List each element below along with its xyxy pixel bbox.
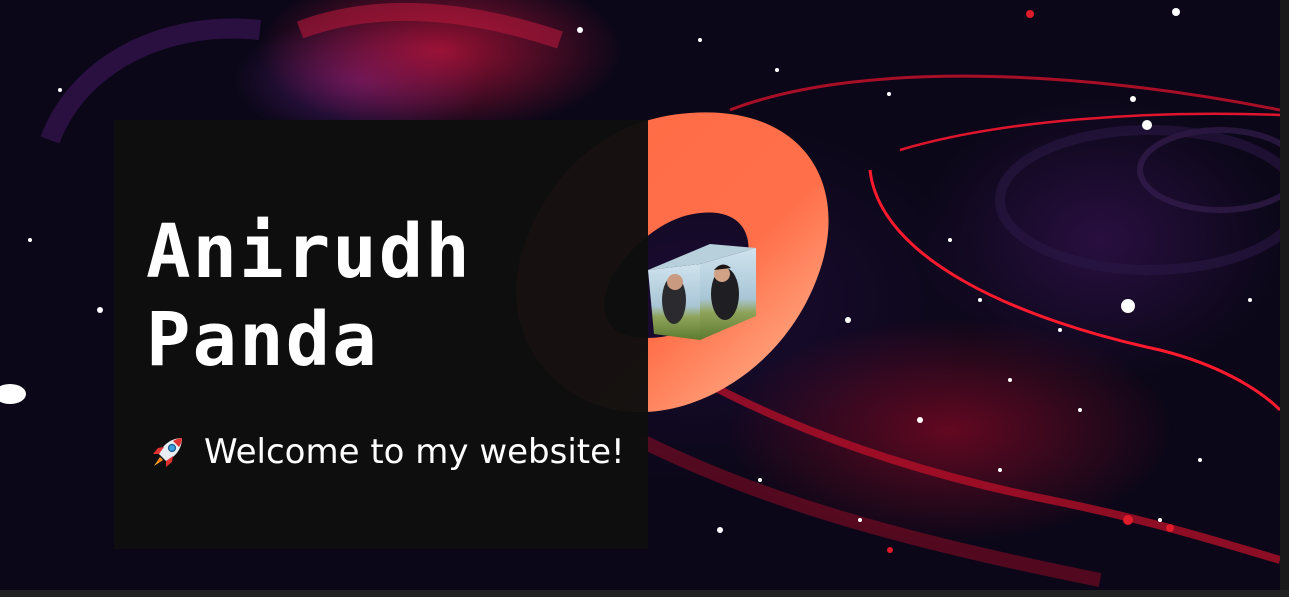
name-last: Panda (146, 297, 379, 383)
profile-photo-cube[interactable] (648, 242, 758, 342)
rocket-icon (153, 438, 182, 467)
name-first: Anirudh (146, 209, 472, 295)
bottom-edge (0, 590, 1289, 597)
page-title: Anirudh Panda (146, 208, 472, 384)
welcome-text: Welcome to my website! (204, 432, 625, 472)
vertical-scrollbar[interactable] (1280, 0, 1289, 590)
welcome-line: Welcome to my website! (148, 430, 625, 474)
intro-card: Anirudh Panda Welcome to my website! (114, 120, 648, 549)
